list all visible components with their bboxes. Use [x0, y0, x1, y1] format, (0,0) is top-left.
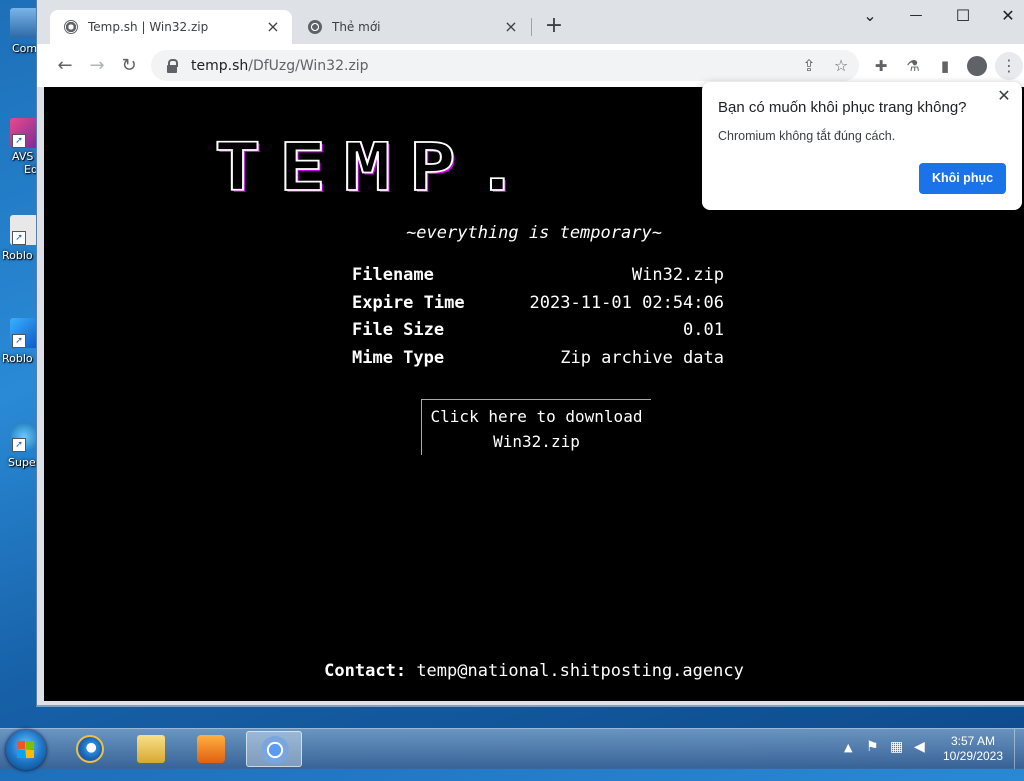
- contact-line: Contact: temp@national.shitposting.agenc…: [44, 661, 1024, 681]
- tab-strip: Temp.sh | Win32.zip × Thẻ mới × + ⌄ — ☐ …: [37, 0, 1024, 44]
- download-link[interactable]: Click here to download Win32.zip: [421, 399, 651, 455]
- tab-title: Temp.sh | Win32.zip: [88, 20, 209, 34]
- desktop-icon-label: Supe: [8, 456, 36, 469]
- info-value: Zip archive data: [560, 347, 724, 368]
- new-tab-button[interactable]: +: [542, 14, 566, 38]
- extensions-icon[interactable]: ✚: [867, 52, 895, 80]
- tab-title: Thẻ mới: [332, 20, 381, 34]
- close-window-button[interactable]: ✕: [985, 4, 1024, 28]
- download-line-1: Click here to download: [430, 407, 643, 426]
- tab-separator: [531, 18, 532, 36]
- tab-temp-sh[interactable]: Temp.sh | Win32.zip ×: [50, 10, 292, 44]
- volume-icon[interactable]: ◀: [914, 739, 925, 779]
- info-row-filename: Filename Win32.zip: [352, 265, 724, 293]
- close-icon[interactable]: ×: [502, 18, 520, 36]
- info-row-mime: Mime Type Zip archive data: [352, 348, 724, 376]
- browser-toolbar: ← → ↻ temp.sh/DfUzg/Win32.zip ⇪ ☆ ✚ ⚗ ▮ …: [37, 44, 1024, 87]
- popup-title: Bạn có muốn khôi phục trang không?: [718, 99, 967, 116]
- info-value: 0.01: [683, 320, 724, 340]
- desktop-icon-super[interactable]: ➚ Supe: [0, 422, 40, 469]
- file-explorer-icon: [137, 735, 165, 763]
- info-value: 2023-11-01 02:54:06: [529, 292, 724, 313]
- profile-avatar-icon[interactable]: [963, 52, 991, 80]
- avs-editor-icon: ➚: [10, 118, 38, 148]
- desktop-icon-avs[interactable]: ➚ AVS Ed: [0, 118, 40, 176]
- menu-kebab-icon[interactable]: ⋮: [995, 52, 1023, 80]
- roblox-icon: ➚: [10, 215, 38, 245]
- taskbar-internet-explorer[interactable]: [62, 731, 118, 767]
- url-text: temp.sh/DfUzg/Win32.zip: [191, 57, 369, 74]
- media-player-icon: [197, 735, 225, 763]
- desktop-icon-label: Roblo: [2, 249, 33, 262]
- info-key: File Size: [352, 320, 445, 340]
- start-button[interactable]: [6, 730, 46, 770]
- internet-explorer-icon: [76, 735, 104, 763]
- network-icon[interactable]: ▦: [890, 739, 903, 779]
- desktop-icon-roblox-studio[interactable]: ➚ Roblo: [0, 318, 40, 365]
- desktop-icon-label: Com: [12, 42, 38, 55]
- windows-logo-icon: [17, 741, 35, 759]
- action-center-icon[interactable]: ⚑: [866, 739, 879, 779]
- clock-time: 3:57 AM: [950, 734, 996, 748]
- tagline: ~everything is temporary~: [406, 223, 662, 243]
- contact-email[interactable]: temp@national.shitposting.agency: [416, 661, 744, 681]
- super-icon: ➚: [10, 422, 38, 452]
- tray-show-hidden-icon[interactable]: ▲: [844, 741, 852, 781]
- minimize-button[interactable]: —: [893, 4, 939, 28]
- popup-body: Chromium không tắt đúng cách.: [718, 129, 896, 143]
- show-desktop-button[interactable]: [1014, 729, 1024, 769]
- globe-icon: [64, 20, 78, 34]
- desktop-icon-label: Ed: [24, 163, 38, 176]
- close-icon[interactable]: ×: [264, 18, 282, 36]
- side-panel-icon[interactable]: ▮: [931, 52, 959, 80]
- taskbar-media-player[interactable]: [183, 731, 239, 767]
- labs-flask-icon[interactable]: ⚗: [899, 52, 927, 80]
- download-line-2: Win32.zip: [493, 432, 580, 451]
- forward-button[interactable]: →: [83, 52, 111, 80]
- computer-icon: [10, 8, 38, 38]
- info-row-size: File Size 0.01: [352, 320, 724, 348]
- info-key: Mime Type: [352, 347, 445, 368]
- taskbar: ▲ ⚑ ▦ ◀ 3:57 AM 10/29/2023: [0, 728, 1024, 770]
- tab-new-tab[interactable]: Thẻ mới ×: [294, 10, 530, 44]
- desktop-icon-roblox[interactable]: ➚ Roblo: [0, 215, 40, 262]
- taskbar-file-explorer[interactable]: [123, 731, 179, 767]
- contact-label: Contact:: [324, 661, 407, 681]
- site-logo: TEMP.: [213, 129, 539, 207]
- restore-session-popup: Bạn có muốn khôi phục trang không? Chrom…: [702, 82, 1022, 210]
- info-key: Expire Time: [352, 292, 465, 313]
- maximize-button[interactable]: ☐: [940, 4, 986, 28]
- taskbar-chromium[interactable]: [246, 731, 302, 767]
- address-bar[interactable]: temp.sh/DfUzg/Win32.zip ⇪ ☆: [151, 50, 859, 81]
- file-info-table: Filename Win32.zip Expire Time 2023-11-0…: [352, 265, 724, 375]
- info-value: Win32.zip: [631, 265, 724, 285]
- chromium-icon: [308, 20, 322, 34]
- close-icon[interactable]: ✕: [994, 86, 1014, 106]
- desktop-icon-computer[interactable]: Com: [0, 8, 40, 55]
- back-button[interactable]: ←: [51, 52, 79, 80]
- info-key: Filename: [352, 265, 434, 285]
- chromium-icon: [261, 736, 289, 764]
- desktop-icon-label: AVS: [12, 150, 34, 163]
- desktop-icon-label: Roblo: [2, 352, 33, 365]
- clock-date: 10/29/2023: [942, 749, 1004, 763]
- reload-button[interactable]: ↻: [115, 52, 143, 80]
- system-clock[interactable]: 3:57 AM 10/29/2023: [940, 734, 1006, 764]
- restore-button[interactable]: Khôi phục: [919, 163, 1006, 194]
- tab-search-button[interactable]: ⌄: [847, 4, 893, 28]
- share-icon[interactable]: ⇪: [796, 53, 822, 79]
- info-row-expire: Expire Time 2023-11-01 02:54:06: [352, 293, 724, 321]
- lock-icon: [167, 58, 178, 73]
- bookmark-star-icon[interactable]: ☆: [828, 53, 854, 79]
- roblox-studio-icon: ➚: [10, 318, 38, 348]
